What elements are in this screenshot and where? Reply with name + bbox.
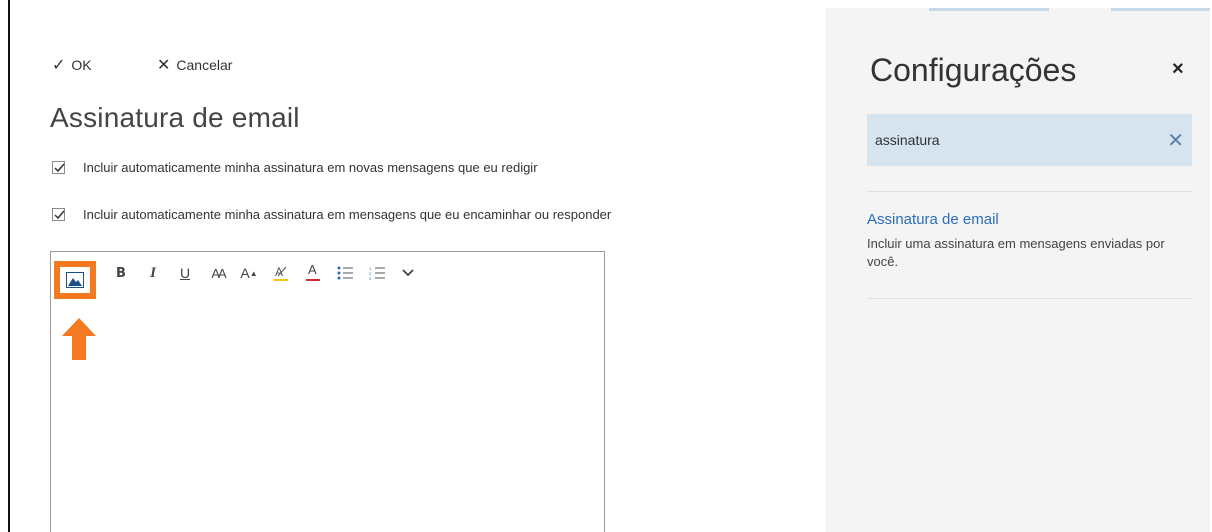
numbering-button[interactable]: 1 2 3 <box>366 262 388 284</box>
top-tab-strip <box>929 8 1049 11</box>
settings-search-input[interactable]: assinatura ✕ <box>867 114 1192 166</box>
option-forward-reply[interactable]: Incluir automaticamente minha assinatura… <box>52 207 611 222</box>
up-arrow-icon <box>62 318 96 360</box>
settings-title: Configurações <box>870 52 1077 88</box>
underline-button[interactable]: U <box>175 262 195 284</box>
signature-editor-pane: ✓ OK ✕ Cancelar Assinatura de email Incl… <box>10 8 825 532</box>
italic-button[interactable]: I <box>143 262 163 284</box>
grow-font-button[interactable]: A ▲ <box>238 262 260 284</box>
svg-text:3: 3 <box>369 276 372 280</box>
close-settings-button[interactable]: × <box>1172 58 1184 81</box>
font-color-label: A <box>308 262 317 277</box>
ok-label: OK <box>71 57 92 73</box>
grow-marker: ▲ <box>249 268 258 278</box>
result-description: Incluir uma assinatura em mensagens envi… <box>867 236 1165 269</box>
settings-pane: Configurações × assinatura ✕ Assinatura … <box>825 8 1210 532</box>
ok-button[interactable]: ✓ OK <box>52 55 92 75</box>
cancel-label: Cancelar <box>176 57 233 73</box>
top-edge <box>0 0 1212 8</box>
font-size-button[interactable]: AA <box>205 262 231 284</box>
signature-editor[interactable]: B I U AA A ▲ A A 1 2 3 <box>50 251 605 532</box>
page-title: Assinatura de email <box>50 102 300 133</box>
option-label: Incluir automaticamente minha assinatura… <box>83 160 538 175</box>
top-tab-strip <box>1111 8 1210 11</box>
search-value: assinatura <box>875 132 940 148</box>
divider <box>867 298 1192 299</box>
more-options-button[interactable] <box>398 262 418 284</box>
highlight-box <box>54 261 96 299</box>
bullets-icon <box>337 266 353 280</box>
insert-image-button[interactable] <box>54 261 96 299</box>
divider <box>867 191 1192 192</box>
bold-button[interactable]: B <box>111 262 131 284</box>
option-new-messages[interactable]: Incluir automaticamente minha assinatura… <box>52 160 538 175</box>
chevron-down-icon <box>402 269 414 277</box>
bullets-button[interactable] <box>334 262 356 284</box>
result-email-signature-link[interactable]: Assinatura de email <box>867 211 999 228</box>
checkbox-forward-reply[interactable] <box>52 208 65 221</box>
font-color-button[interactable]: A <box>302 262 324 284</box>
highlighter-icon: A <box>274 265 288 281</box>
checkbox-new-messages[interactable] <box>52 161 65 174</box>
numbering-icon: 1 2 3 <box>369 266 385 280</box>
highlight-button[interactable]: A <box>270 262 292 284</box>
checkmark-icon: ✓ <box>52 57 66 74</box>
formatting-toolbar: B I U AA A ▲ A A 1 2 3 <box>51 252 604 299</box>
grow-font-label: A <box>240 265 250 281</box>
option-label: Incluir automaticamente minha assinatura… <box>83 207 612 222</box>
cancel-button[interactable]: ✕ Cancelar <box>157 55 232 75</box>
close-icon: ✕ <box>157 57 171 74</box>
clear-search-icon[interactable]: ✕ <box>1167 128 1184 153</box>
